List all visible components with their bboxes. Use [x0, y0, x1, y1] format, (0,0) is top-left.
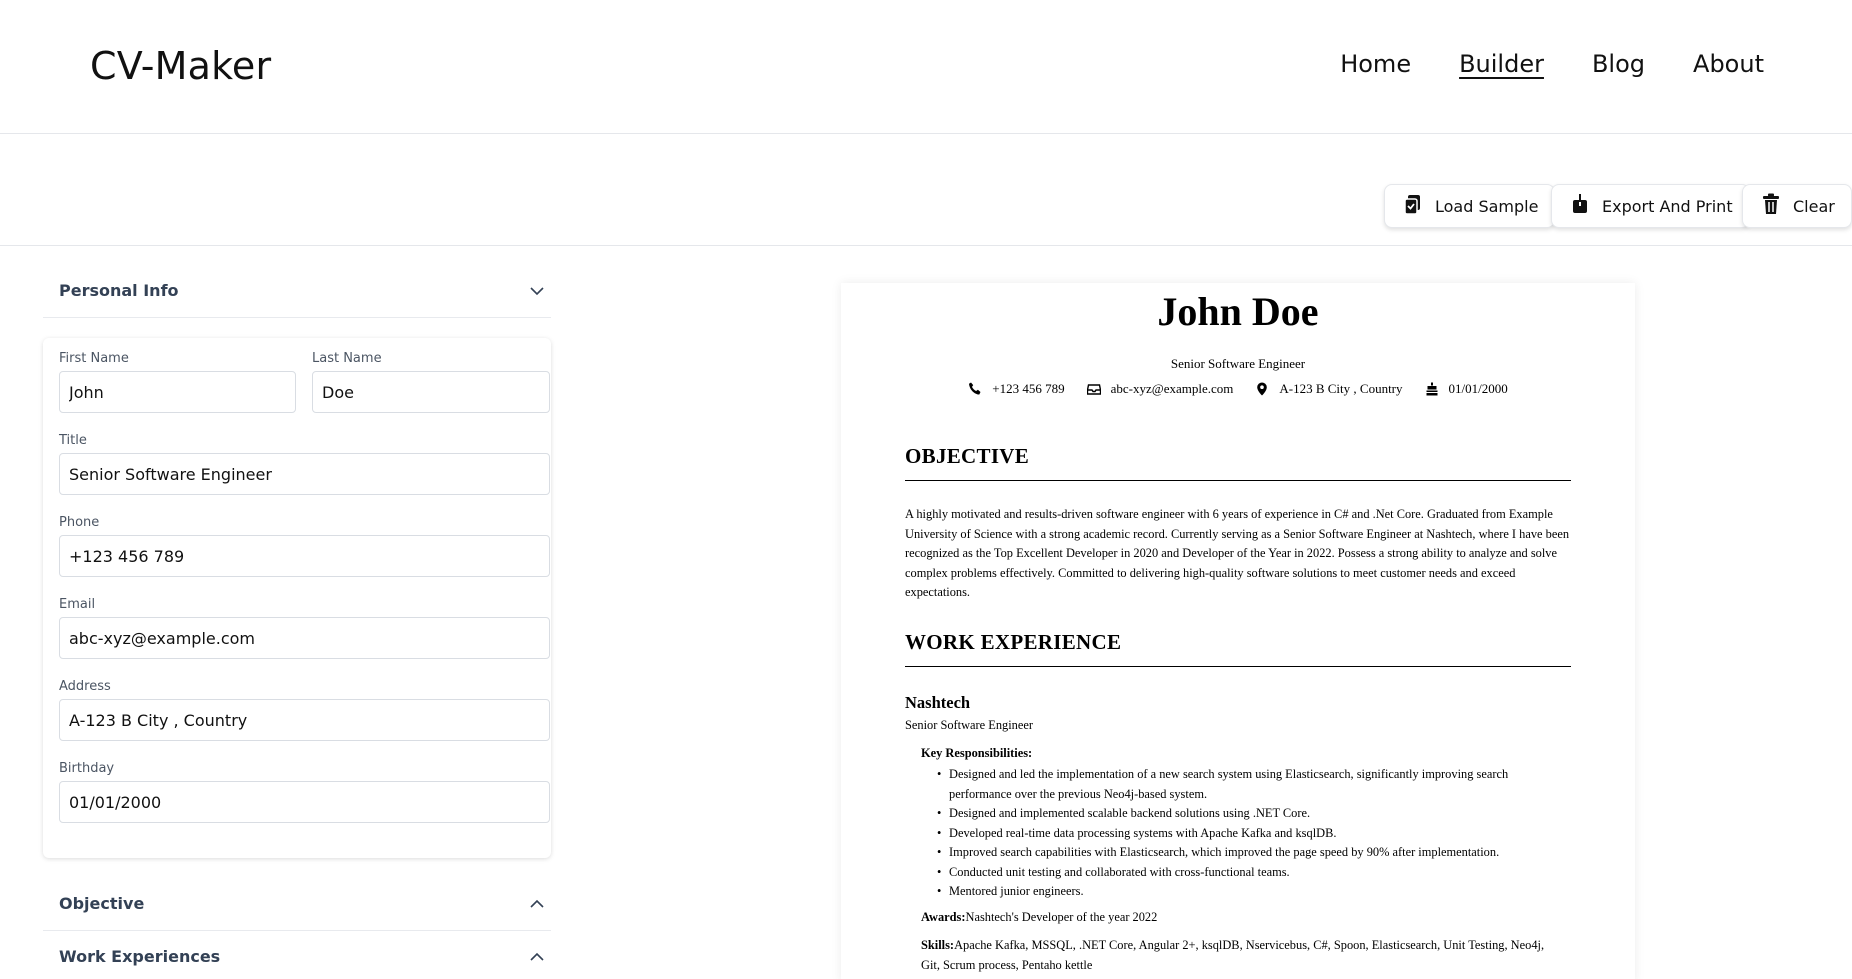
nav-blog[interactable]: Blog [1592, 50, 1645, 78]
cv-title: Senior Software Engineer [1170, 356, 1306, 371]
cv-birthday: 01/01/2000 [1425, 381, 1508, 397]
cv-address-text: A-123 B City , Country [1279, 381, 1403, 396]
cv-preview: John Doe Senior Software Engineer +123 4… [841, 283, 1635, 979]
clipboard-icon [1403, 193, 1423, 219]
location-pin-icon [1257, 382, 1268, 396]
cv-address: A-123 B City , Country [1255, 381, 1403, 397]
nav-builder[interactable]: Builder [1459, 50, 1544, 78]
cake-icon [1426, 382, 1438, 396]
list-item: Mentored junior engineers. [937, 882, 1557, 902]
section-personal-info[interactable]: Personal Info [43, 265, 551, 318]
section-title: Work Experiences [59, 947, 221, 966]
clear-button[interactable]: Clear [1742, 184, 1852, 228]
work-divider [905, 666, 1571, 667]
phone-field[interactable] [59, 535, 550, 577]
skills-row: Skills:Apache Kafka, MSSQL, .NET Core, A… [921, 936, 1561, 975]
list-item: Conducted unit testing and collaborated … [937, 863, 1557, 883]
cv-contacts: +123 456 789 abc-xyz@example.com A-123 B… [841, 381, 1635, 397]
load-sample-button[interactable]: Load Sample [1384, 184, 1556, 228]
skills-label: Skills: [921, 938, 955, 952]
phone-label: Phone [59, 515, 100, 530]
chevron-up-icon [530, 899, 544, 908]
section-work-experiences[interactable]: Work Experiences [43, 931, 551, 979]
awards-label: Awards: [921, 910, 966, 924]
trash-icon [1761, 193, 1781, 219]
clear-label: Clear [1793, 196, 1835, 216]
responsibilities-label: Key Responsibilities: [921, 746, 1033, 760]
cv-phone: +123 456 789 [968, 381, 1065, 397]
cv-name: John Doe [1157, 289, 1319, 334]
section-title: Objective [59, 894, 145, 913]
top-navbar: CV-Maker Home Builder Blog About [0, 0, 1852, 134]
birthday-label: Birthday [59, 761, 115, 776]
app-logo[interactable]: CV-Maker [90, 44, 271, 88]
chevron-down-icon [530, 287, 544, 296]
objective-divider [905, 480, 1571, 481]
objective-heading: OBJECTIVE [905, 444, 1030, 468]
objective-text: A highly motivated and results-driven so… [905, 507, 1570, 599]
first-name-field[interactable] [59, 371, 296, 413]
work-heading: WORK EXPERIENCE [905, 630, 1122, 654]
list-item: Designed and implemented scalable backen… [937, 804, 1557, 824]
phone-icon [969, 382, 981, 395]
nav-about[interactable]: About [1693, 50, 1764, 78]
responsibilities-list: Designed and led the implementation of a… [937, 765, 1557, 902]
email-field[interactable] [59, 617, 550, 659]
last-name-field[interactable] [312, 371, 550, 413]
list-item: Designed and led the implementation of a… [937, 765, 1557, 804]
nav-home[interactable]: Home [1340, 50, 1411, 78]
email-label: Email [59, 597, 96, 612]
load-sample-label: Load Sample [1435, 196, 1539, 216]
export-print-label: Export And Print [1602, 196, 1733, 216]
awards-row: Awards:Nashtech's Developer of the year … [921, 908, 1561, 928]
section-title: Personal Info [59, 281, 179, 300]
title-label: Title [59, 433, 87, 448]
skills-text: Apache Kafka, MSSQL, .NET Core, Angular … [921, 938, 1545, 972]
address-field[interactable] [59, 699, 550, 741]
last-name-label: Last Name [312, 351, 382, 366]
download-icon [1570, 193, 1590, 219]
cv-phone-text: +123 456 789 [992, 381, 1065, 396]
builder-toolbar: Load Sample Export And Print Clear [0, 135, 1852, 246]
cv-birthday-text: 01/01/2000 [1448, 381, 1508, 396]
list-item: Developed real-time data processing syst… [937, 824, 1557, 844]
personal-info-form: First Name Last Name Title Phone Email A… [43, 338, 551, 858]
address-label: Address [59, 679, 111, 694]
export-print-button[interactable]: Export And Print [1551, 184, 1750, 228]
section-objective[interactable]: Objective [43, 878, 551, 931]
editor-panel: Personal Info First Name Last Name Title… [27, 265, 567, 979]
title-field[interactable] [59, 453, 550, 495]
awards-text: Nashtech's Developer of the year 2022 [965, 910, 1158, 924]
job-role: Senior Software Engineer [905, 718, 1033, 732]
chevron-up-icon [530, 952, 544, 961]
job-company: Nashtech [905, 693, 971, 712]
cv-email: abc-xyz@example.com [1086, 381, 1234, 397]
list-item: Improved search capabilities with Elasti… [937, 843, 1557, 863]
birthday-field[interactable] [59, 781, 550, 823]
first-name-label: First Name [59, 351, 129, 366]
cv-email-text: abc-xyz@example.com [1110, 381, 1234, 396]
main-nav: Home Builder Blog About [1340, 50, 1764, 78]
inbox-icon [1086, 384, 1101, 395]
